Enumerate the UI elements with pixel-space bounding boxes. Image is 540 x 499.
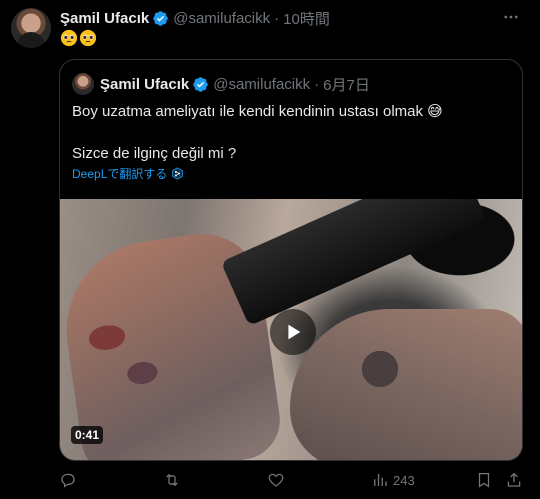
quoted-text-line-1: Boy uzatma ameliyatı ile kendi kendinin … [72,103,443,120]
video-frame-device [220,199,487,326]
quoted-post-time[interactable]: 6月7日 [323,74,370,95]
translate-link[interactable]: DeepLで翻訳する [72,165,184,182]
quoted-post-header: Şamil Ufacık @samilufacikk · 6月7日 [100,74,370,94]
pleading-face-icon [79,29,97,47]
action-bar: 243 [59,471,527,493]
author-handle[interactable]: @samilufacikk [173,10,270,27]
post-text: 🥹🥹 [60,29,97,47]
deepl-icon [172,167,184,180]
quoted-post[interactable]: Şamil Ufacık @samilufacikk · 6月7日 Boy uz… [59,59,523,461]
repost-icon [166,473,178,487]
heart-icon [268,473,284,487]
play-button-icon[interactable] [270,309,316,355]
analytics-icon [374,474,387,486]
video-player[interactable]: 0:41 [60,199,522,460]
post-header: Şamil Ufacık @samilufacikk · 10時間 [60,8,330,28]
quoted-post-text: Boy uzatma ameliyatı ile kendi kendinin … [72,102,512,164]
video-duration: 0:41 [71,426,104,444]
verified-badge-icon [153,10,168,26]
separator-dot: · [274,9,280,27]
separator-dot: · [314,75,320,93]
post-time[interactable]: 10時間 [283,8,330,29]
video-frame-arm [290,309,522,460]
repost-button[interactable] [163,471,181,489]
pleading-face-icon [60,29,78,47]
bookmark-button[interactable] [475,471,493,489]
translate-label[interactable]: DeepLで翻訳する [72,165,167,182]
share-button[interactable] [505,471,523,489]
quoted-author-handle[interactable]: @samilufacikk [213,76,310,93]
author-avatar[interactable] [11,8,51,48]
bookmark-icon [478,472,490,488]
views-button[interactable]: 243 [371,471,415,489]
quoted-author-name[interactable]: Şamil Ufacık [100,76,189,93]
reply-icon [61,473,75,488]
like-button[interactable] [267,471,285,489]
more-options-icon[interactable] [501,7,521,27]
verified-badge-icon [193,76,208,92]
reply-button[interactable] [59,471,77,489]
share-icon [507,472,521,487]
views-count: 243 [393,472,415,488]
quoted-text-line-2: Sizce de ilginç değil mi ? [72,145,237,162]
quoted-author-avatar[interactable] [72,73,94,95]
author-name[interactable]: Şamil Ufacık [60,10,149,27]
